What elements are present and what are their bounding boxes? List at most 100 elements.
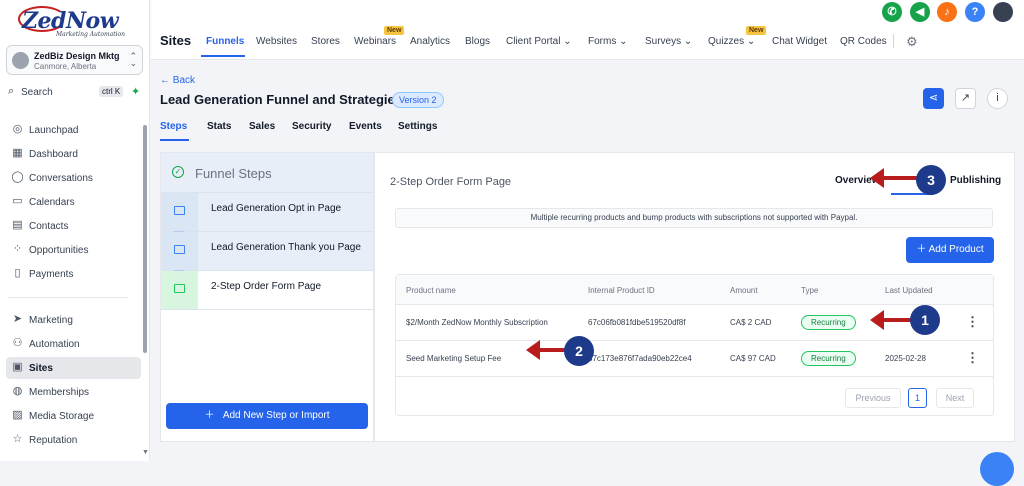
tab-steps[interactable]: Steps [160, 121, 187, 132]
type-badge: Recurring [801, 351, 856, 366]
sidebar-item-sites[interactable]: ▣ Sites [6, 357, 141, 379]
sidebar-item-label: Marketing [29, 315, 73, 326]
funnel-step-item[interactable]: Lead Generation Opt in Page [161, 193, 373, 237]
button-label: Add New Step or Import [222, 410, 330, 421]
version-badge: Version 2 [392, 92, 444, 108]
phone-icon[interactable]: ✆ [882, 2, 902, 22]
sidebar-item-label: Payments [29, 269, 74, 280]
chat-icon: ◯ [11, 171, 24, 183]
callout-badge-3: 3 [916, 165, 946, 195]
more-vertical-icon[interactable]: ⋮ [966, 350, 979, 366]
top-bar: Sites Funnels Websites Stores Webinars N… [151, 0, 1024, 60]
tab-publishing[interactable]: Publishing [950, 175, 1001, 186]
sidebar-item-opportunities[interactable]: ⁘ Opportunities [6, 239, 141, 261]
help-icon[interactable]: ? [965, 2, 985, 22]
tab-quizzes[interactable]: Quizzes ⌄ [708, 36, 755, 47]
plus-icon: ＋ [204, 410, 215, 421]
tab-security[interactable]: Security [292, 121, 331, 132]
annotation-arrow-3 [870, 168, 918, 188]
search-button[interactable]: ⌕ Search ctrl K ✦ [6, 84, 143, 102]
tab-funnels[interactable]: Funnels [206, 36, 244, 47]
star-icon: ☆ [12, 433, 23, 445]
gear-icon[interactable]: ⚙ [906, 34, 918, 50]
sidebar-item-marketing[interactable]: ➤ Marketing [6, 309, 141, 331]
scroll-down-icon[interactable]: ▼ [142, 449, 149, 456]
tab-websites[interactable]: Websites [256, 36, 297, 47]
funnel-step-item-active[interactable]: 2-Step Order Form Page [161, 271, 373, 310]
table-row[interactable]: Seed Marketing Setup Fee 67c173e876f7ada… [396, 341, 993, 377]
account-avatar [12, 52, 29, 69]
sidebar-item-reputation[interactable]: ☆ Reputation [6, 429, 141, 451]
tab-client-portal[interactable]: Client Portal ⌄ [506, 36, 572, 47]
sidebar-item-conversations[interactable]: ◯ Conversations [6, 167, 141, 189]
sidebar-item-contacts[interactable]: ▤ Contacts [6, 215, 141, 237]
updown-chevron-icon: ⌃ ⌄ [129, 51, 137, 68]
user-avatar[interactable] [993, 2, 1013, 22]
add-new-step-button[interactable]: ＋ Add New Step or Import [166, 403, 368, 429]
funnel-steps-panel: ✓ Funnel Steps Lead Generation Opt in Pa… [160, 152, 374, 442]
external-link-icon[interactable]: ↗ [955, 88, 976, 109]
search-icon: ⌕ [8, 85, 15, 97]
tab-chat-widget[interactable]: Chat Widget [772, 36, 827, 47]
tab-webinars[interactable]: Webinars [354, 36, 396, 47]
sidebar-item-label: Reputation [29, 435, 78, 446]
memberships-icon: ◍ [12, 385, 23, 397]
tab-label: Quizzes [708, 36, 745, 47]
mail-icon [174, 284, 185, 293]
sidebar: ZedNow Marketing Automation ZedBiz Desig… [0, 0, 150, 461]
tab-surveys[interactable]: Surveys ⌄ [645, 36, 692, 47]
step-label: Lead Generation Thank you Page [211, 242, 361, 253]
funnel-step-item[interactable]: Lead Generation Thank you Page [161, 232, 373, 276]
tab-qr-codes[interactable]: QR Codes [840, 36, 887, 47]
sidebar-item-calendars[interactable]: ▭ Calendars [6, 191, 141, 213]
sidebar-item-launchpad[interactable]: ◎ Launchpad [6, 119, 141, 141]
sidebar-item-automation[interactable]: ⚇ Automation [6, 333, 141, 355]
column-header: Internal Product ID [588, 286, 655, 295]
type-badge: Recurring [801, 315, 856, 330]
tab-sales[interactable]: Sales [249, 121, 275, 132]
tab-label: Forms [588, 36, 617, 47]
back-label: Back [172, 75, 196, 86]
share-icon[interactable]: ⋖ [923, 88, 944, 109]
more-vertical-icon[interactable]: ⋮ [966, 314, 979, 330]
tab-stores[interactable]: Stores [311, 36, 340, 47]
table-header: Product name Internal Product ID Amount … [396, 275, 993, 305]
sidebar-scrollbar[interactable] [143, 125, 147, 353]
sidebar-item-label: Conversations [29, 173, 93, 184]
previous-page-button[interactable]: Previous [845, 388, 901, 408]
tab-events[interactable]: Events [349, 121, 382, 132]
tab-blogs[interactable]: Blogs [465, 36, 490, 47]
brand-logo[interactable]: ZedNow Marketing Automation [18, 6, 132, 38]
sites-icon: ▣ [12, 361, 23, 373]
chat-fab-button[interactable] [980, 452, 1014, 486]
product-name: $2/Month ZedNow Monthly Subscription [406, 318, 548, 327]
add-product-button[interactable]: ＋ Add Product [906, 237, 994, 263]
media-icon: ▨ [12, 409, 23, 421]
sidebar-item-label: Calendars [29, 197, 75, 208]
product-id: 67c173e876f7ada90eb22ce4 [588, 354, 692, 363]
current-page-button[interactable]: 1 [908, 388, 927, 408]
callout-badge-2: 2 [564, 336, 594, 366]
sidebar-item-media-storage[interactable]: ▨ Media Storage [6, 405, 141, 427]
back-link[interactable]: ← Back [160, 75, 195, 86]
tab-analytics[interactable]: Analytics [410, 36, 450, 47]
contacts-icon: ▤ [12, 219, 23, 231]
send-icon: ➤ [12, 313, 23, 325]
tab-forms[interactable]: Forms ⌄ [588, 36, 628, 47]
bell-icon[interactable]: ♪ [937, 2, 957, 22]
sidebar-item-payments[interactable]: ▯ Payments [6, 263, 141, 285]
account-switcher[interactable]: ZedBiz Design Mktg Canmore, Alberta ⌃ ⌄ [6, 45, 143, 75]
sidebar-item-label: Opportunities [29, 245, 89, 256]
sidebar-item-memberships[interactable]: ◍ Memberships [6, 381, 141, 403]
sidebar-item-dashboard[interactable]: ▦ Dashboard [6, 143, 141, 165]
bolt-icon[interactable]: ✦ [131, 85, 140, 98]
funnel-icon: ⁘ [12, 243, 23, 255]
tab-settings[interactable]: Settings [398, 121, 437, 132]
tab-stats[interactable]: Stats [207, 121, 231, 132]
sidebar-item-label: Memberships [29, 387, 90, 398]
next-page-button[interactable]: Next [936, 388, 974, 408]
megaphone-icon[interactable]: ◀ [910, 2, 930, 22]
column-header: Amount [730, 286, 758, 295]
info-icon[interactable]: i [987, 88, 1008, 109]
sidebar-divider [8, 297, 128, 298]
